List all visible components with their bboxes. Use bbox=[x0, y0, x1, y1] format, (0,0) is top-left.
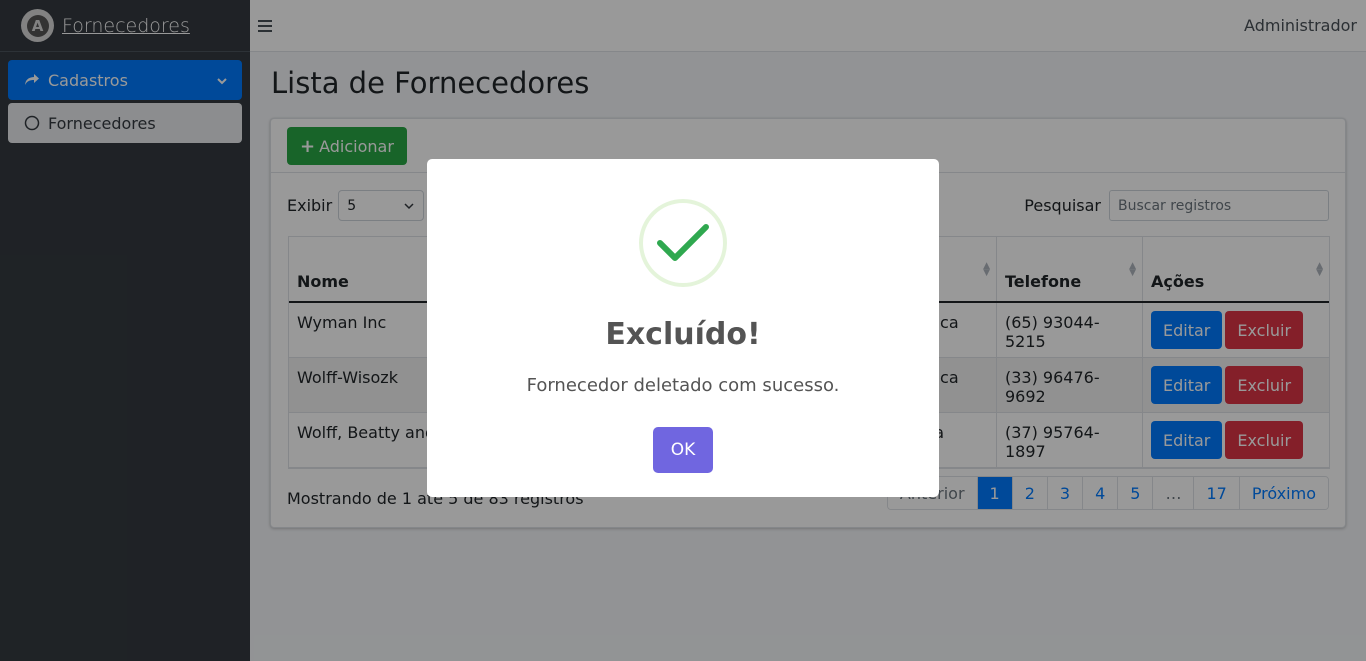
ok-button[interactable]: OK bbox=[653, 427, 713, 473]
checkmark-icon bbox=[639, 199, 727, 287]
modal-backdrop[interactable]: Excluído! Fornecedor deletado com sucess… bbox=[0, 0, 1366, 661]
success-dialog: Excluído! Fornecedor deletado com sucess… bbox=[427, 159, 939, 497]
dialog-title: Excluído! bbox=[605, 317, 761, 352]
dialog-message: Fornecedor deletado com sucesso. bbox=[526, 375, 840, 396]
